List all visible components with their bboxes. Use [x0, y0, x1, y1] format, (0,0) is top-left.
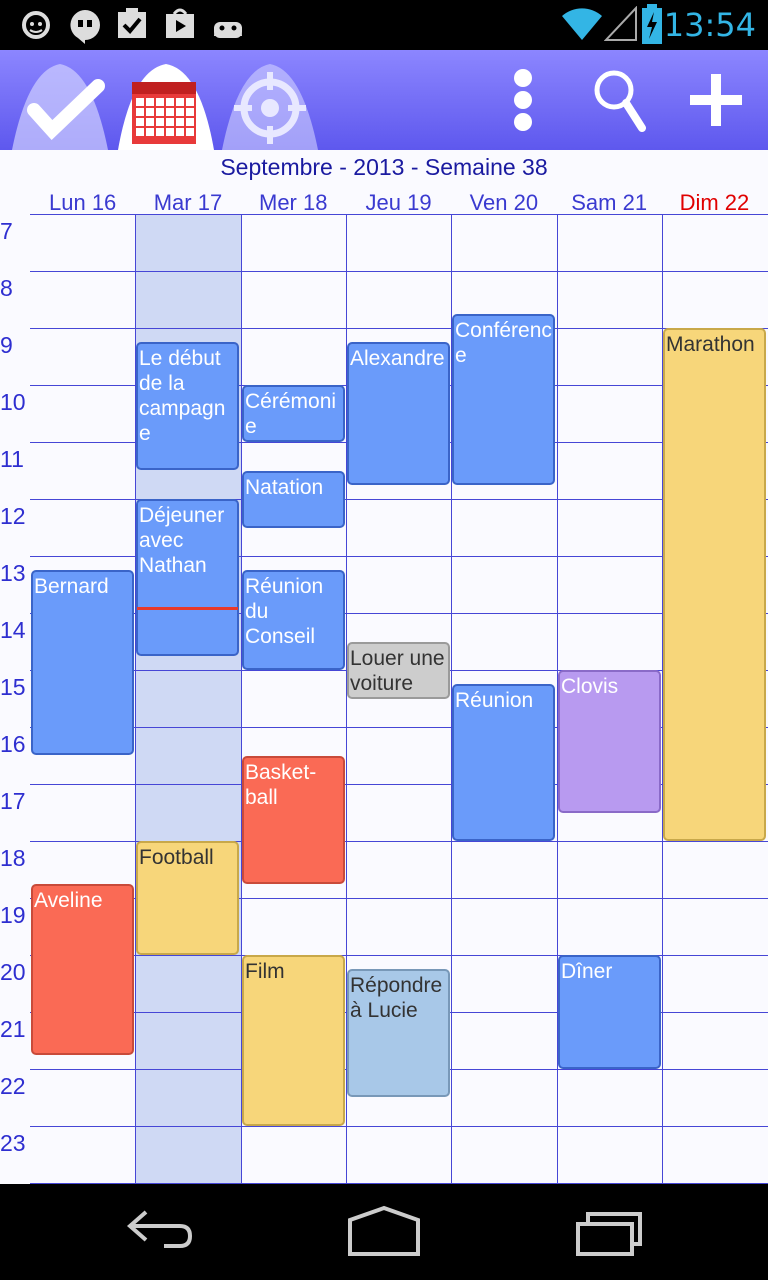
event-block[interactable]: Basket-ball — [242, 756, 345, 884]
event-block[interactable]: Louer une voiture — [347, 642, 450, 699]
hangouts-icon — [70, 10, 100, 44]
hour-label: 22 — [0, 1073, 26, 1099]
wifi-icon — [562, 8, 602, 40]
day-header[interactable]: Mar 17 — [135, 190, 240, 216]
add-icon[interactable] — [684, 50, 748, 150]
toolbar — [0, 50, 768, 150]
tasks-check-icon[interactable] — [8, 50, 112, 150]
event-block[interactable]: Natation — [242, 471, 345, 528]
hour-gridline — [30, 214, 768, 215]
day-header[interactable]: Ven 20 — [451, 190, 556, 216]
play-store-icon — [166, 8, 194, 38]
day-header[interactable]: Lun 16 — [30, 190, 135, 216]
week-calendar: Septembre - 2013 - Semaine 38 Lun 16 Mar … — [0, 150, 768, 1184]
sync-icon — [22, 11, 50, 39]
hour-label: 18 — [0, 845, 26, 871]
hour-label: 7 — [0, 218, 13, 244]
hour-label: 15 — [0, 674, 26, 700]
hour-label: 14 — [0, 617, 26, 643]
hour-label: 9 — [0, 332, 13, 358]
event-block[interactable]: Le début de la campagne — [136, 342, 239, 470]
hour-label: 23 — [0, 1130, 26, 1156]
event-block[interactable]: Bernard — [31, 570, 134, 755]
calendar-icon[interactable] — [114, 50, 218, 150]
day-header[interactable]: Dim 22 — [662, 190, 767, 216]
hour-label: 19 — [0, 902, 26, 928]
hour-label: 20 — [0, 959, 26, 985]
recent-apps-icon[interactable] — [574, 1204, 646, 1258]
battery-icon — [642, 4, 662, 44]
hour-label: 10 — [0, 389, 26, 415]
android-icon — [214, 22, 242, 38]
event-block[interactable]: Marathon — [663, 328, 766, 841]
hour-label: 12 — [0, 503, 26, 529]
day-header[interactable]: Sam 21 — [557, 190, 662, 216]
overflow-menu-icon[interactable] — [498, 50, 548, 150]
event-block[interactable]: Alexandre — [347, 342, 450, 485]
event-block[interactable]: Dîner — [558, 955, 661, 1069]
event-block[interactable]: Réunion — [452, 684, 555, 841]
event-block[interactable]: Film — [242, 955, 345, 1126]
target-icon[interactable] — [218, 50, 322, 150]
hour-gridline — [30, 328, 768, 329]
signal-icon — [604, 6, 637, 41]
day-header[interactable]: Mer 18 — [241, 190, 346, 216]
hour-label: 21 — [0, 1016, 26, 1042]
search-icon[interactable] — [588, 50, 648, 150]
event-block[interactable]: Cérémonie — [242, 385, 345, 442]
event-block[interactable]: Déjeuner avec Nathan — [136, 499, 239, 656]
status-bar: 13:54 — [0, 0, 768, 50]
task-icon — [118, 8, 146, 38]
week-title: Septembre - 2013 - Semaine 38 — [220, 154, 548, 180]
home-icon[interactable] — [346, 1204, 422, 1258]
event-block[interactable]: Aveline — [31, 884, 134, 1055]
clock-time: 13:54 — [663, 6, 756, 44]
hour-label: 16 — [0, 731, 26, 757]
event-block[interactable]: Répondre à Lucie — [347, 969, 450, 1097]
hour-label: 11 — [0, 446, 24, 472]
event-block[interactable]: Conférence — [452, 314, 555, 485]
hour-label: 13 — [0, 560, 26, 586]
hour-gridline — [30, 1126, 768, 1127]
hour-label: 17 — [0, 788, 26, 814]
day-header[interactable]: Jeu 19 — [346, 190, 451, 216]
navigation-bar — [0, 1184, 768, 1280]
event-block[interactable]: Réunion du Conseil — [242, 570, 345, 670]
event-block[interactable]: Football — [136, 841, 239, 955]
hour-gridline — [30, 271, 768, 272]
event-block[interactable]: Clovis — [558, 670, 661, 813]
back-icon[interactable] — [124, 1204, 196, 1258]
current-time-indicator — [137, 607, 238, 610]
hour-label: 8 — [0, 275, 13, 301]
